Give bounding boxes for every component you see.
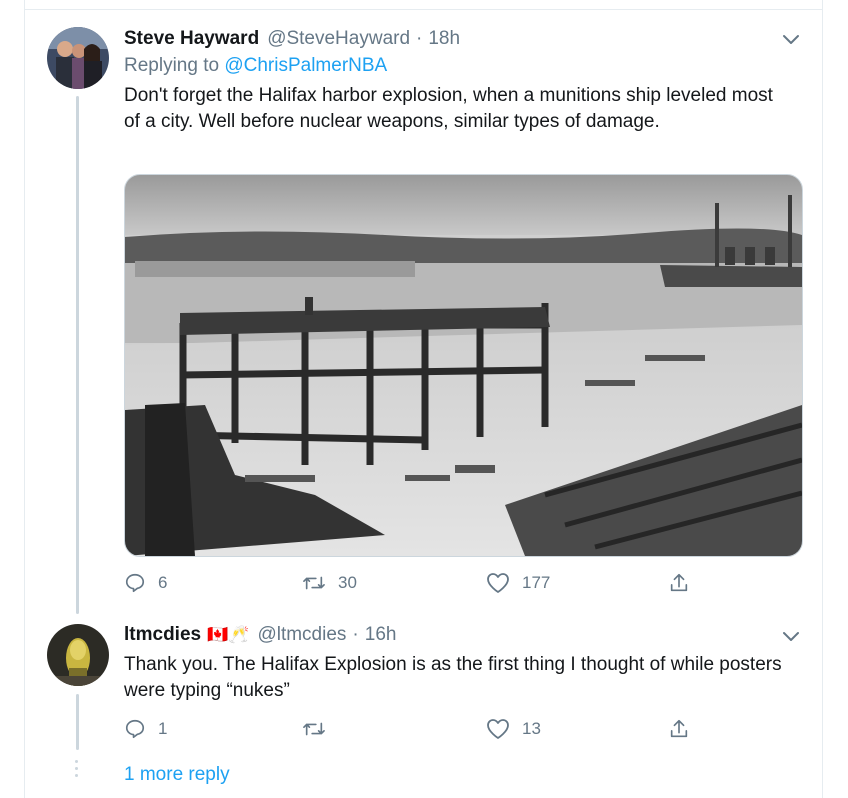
retweet-button[interactable]: 30	[302, 571, 357, 595]
like-count: 177	[522, 573, 551, 592]
thread-line	[76, 694, 79, 750]
reply-button[interactable]: 1	[124, 717, 167, 741]
chevron-down-icon[interactable]	[781, 629, 801, 643]
tweet-header: ltmcdies 🇨🇦🥂 @ltmcdies · 16h	[124, 624, 396, 646]
replying-to-link[interactable]: @ChrisPalmerNBA	[224, 55, 387, 76]
author-name[interactable]: Steve Hayward	[124, 28, 259, 50]
reply-icon	[125, 573, 145, 593]
author-name[interactable]: ltmcdies	[124, 624, 201, 646]
author-handle[interactable]: @SteveHayward	[267, 28, 410, 50]
share-button[interactable]	[668, 571, 690, 595]
separator: ·	[416, 28, 423, 49]
author-handle[interactable]: @ltmcdies	[257, 624, 346, 646]
tweet-actions: 1 13	[124, 717, 724, 741]
replying-to: Replying to @ChrisPalmerNBA	[124, 55, 387, 77]
reply-button[interactable]: 6	[124, 571, 167, 595]
separator: ·	[352, 624, 359, 645]
share-icon	[670, 719, 688, 738]
like-icon	[487, 719, 509, 739]
tweet-text: Thank you. The Halifax Explosion is as t…	[124, 654, 782, 701]
thread-dots	[75, 760, 79, 781]
like-icon	[487, 573, 509, 593]
retweet-count: 30	[338, 573, 357, 592]
retweet-icon	[303, 576, 325, 590]
tweet-text: Don't forget the Halifax harbor explosio…	[124, 85, 773, 132]
reply-count: 1	[158, 719, 168, 738]
like-button[interactable]: 13	[486, 717, 541, 741]
reply-icon	[125, 719, 145, 739]
reply-count: 6	[158, 573, 168, 592]
tweet-photo[interactable]	[124, 174, 803, 557]
avatar[interactable]	[47, 624, 109, 686]
like-count: 13	[522, 719, 541, 738]
chevron-down-icon[interactable]	[781, 32, 801, 46]
retweet-button[interactable]	[302, 717, 338, 741]
tweet-actions: 6 30 177	[124, 571, 724, 595]
avatar[interactable]	[47, 27, 109, 89]
flag-emojis: 🇨🇦🥂	[207, 625, 250, 644]
share-button[interactable]	[668, 717, 690, 741]
timestamp[interactable]: 18h	[428, 28, 460, 50]
retweet-icon	[303, 722, 325, 736]
thread-line	[76, 96, 79, 614]
replying-to-label: Replying to	[124, 55, 220, 76]
like-button[interactable]: 177	[486, 571, 550, 595]
more-replies-link[interactable]: 1 more reply	[124, 764, 230, 786]
tweet-header: Steve Hayward @SteveHayward · 18h	[124, 28, 460, 50]
timestamp[interactable]: 16h	[365, 624, 397, 646]
share-icon	[670, 573, 688, 592]
